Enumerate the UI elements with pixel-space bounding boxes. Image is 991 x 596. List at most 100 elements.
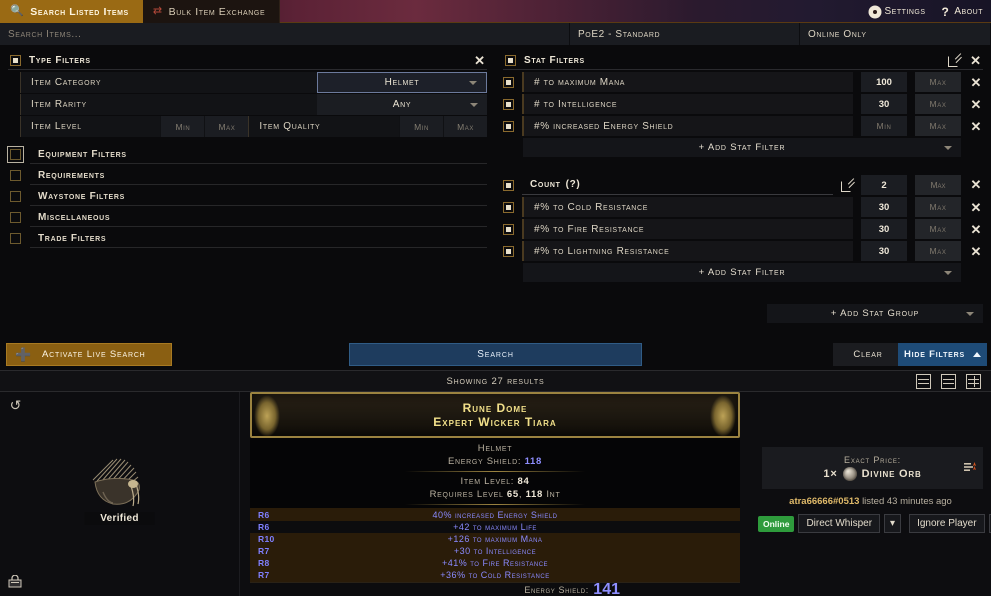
count-stat-max-input[interactable]: Max	[915, 197, 961, 217]
item-rarity-select[interactable]: Any	[317, 94, 487, 115]
type-filters-clear-icon[interactable]: ✕	[474, 54, 485, 67]
item-quality-label: Item Quality	[248, 116, 400, 137]
hide-filters-label: Hide Filters	[904, 349, 965, 360]
count-stat-max-input[interactable]: Max	[915, 241, 961, 261]
item-level-line: Item Level: 84	[250, 475, 740, 488]
stat-row-checkbox[interactable]	[503, 120, 514, 132]
stat-filters-title: Stat Filters	[524, 54, 585, 66]
item-base-type: Expert Wicker Tiara	[433, 415, 557, 429]
view-mode-icons	[916, 374, 981, 389]
ignore-player-button[interactable]: Ignore Player	[909, 514, 985, 533]
add-stat-filter-button-count[interactable]: + Add Stat Filter	[523, 263, 961, 282]
item-category-row: Item Category Helmet	[20, 72, 487, 93]
search-input[interactable]: Search Items...	[0, 23, 570, 45]
count-title: Count	[530, 179, 561, 190]
equipment-filters-checkbox[interactable]	[7, 146, 24, 163]
count-stat-max-input[interactable]: Max	[915, 219, 961, 239]
league-value: PoE2 - Standard	[578, 28, 661, 40]
status-select[interactable]: Online Only	[800, 23, 991, 45]
price-box: Exact Price: 1× Divine Orb	[762, 447, 983, 489]
group-requirements[interactable]: Requirements	[8, 165, 487, 186]
item-quality-min-input[interactable]: Min	[399, 116, 444, 137]
edit-icon[interactable]	[841, 179, 853, 192]
clear-button[interactable]: Clear	[833, 343, 903, 366]
count-stat-checkbox[interactable]	[503, 201, 514, 213]
stat-row-label: # to Intelligence	[522, 94, 853, 114]
exchange-icon: ⇄	[152, 5, 163, 17]
view-list-icon[interactable]	[941, 374, 956, 389]
stat-row-max-input[interactable]: Max	[915, 72, 961, 92]
stat-row-checkbox[interactable]	[503, 98, 514, 110]
count-stat-min-input[interactable]: 30	[861, 197, 907, 217]
price-value: 1× Divine Orb	[823, 467, 921, 481]
lock-icon[interactable]	[8, 575, 22, 588]
stat-filters-checkbox[interactable]	[505, 54, 516, 66]
settings-button[interactable]: Settings	[869, 6, 926, 17]
item-quality-max-input[interactable]: Max	[443, 116, 488, 137]
price-history-icon[interactable]	[963, 460, 977, 474]
count-stat-min-input[interactable]: 30	[861, 219, 907, 239]
count-stat-checkbox[interactable]	[503, 223, 514, 235]
item-level-max-input[interactable]: Max	[204, 116, 249, 137]
count-stat-min-input[interactable]: 30	[861, 241, 907, 261]
miscellaneous-checkbox[interactable]	[10, 212, 21, 223]
view-grid-icon[interactable]	[966, 374, 981, 389]
stat-row-max-input[interactable]: Max	[915, 94, 961, 114]
stat-row-label: #% increased Energy Shield	[522, 116, 853, 136]
price-currency: Divine Orb	[861, 468, 922, 480]
league-select[interactable]: PoE2 - Standard	[570, 23, 800, 45]
waystone-filters-checkbox[interactable]	[10, 191, 21, 202]
activate-live-search-button[interactable]: ➕ Activate Live Search	[6, 343, 172, 366]
item-category-select[interactable]: Helmet	[317, 72, 487, 93]
group-miscellaneous[interactable]: Miscellaneous	[8, 207, 487, 228]
stat-row-checkbox[interactable]	[503, 76, 514, 88]
item-level-quality-row: Item Level Min Max Item Quality Min Max	[20, 116, 488, 137]
group-equipment-filters[interactable]: Equipment Filters	[7, 144, 487, 165]
about-button[interactable]: ? About	[942, 6, 983, 18]
stat-row-min-input[interactable]: 100	[861, 72, 907, 92]
whisper-dropdown-button[interactable]: ▾	[884, 514, 902, 533]
view-compact-icon[interactable]	[916, 374, 931, 389]
stat-row-min-input[interactable]: 30	[861, 94, 907, 114]
count-stat-remove-icon[interactable]: ✕	[969, 245, 983, 258]
stat-row-remove-icon[interactable]: ✕	[969, 76, 983, 89]
count-max-input[interactable]: Max	[915, 175, 961, 195]
stat-row-max-input[interactable]: Max	[915, 116, 961, 136]
count-group-remove-icon[interactable]: ✕	[969, 177, 983, 193]
search-button[interactable]: Search	[349, 343, 642, 366]
type-filters-checkbox[interactable]	[10, 54, 21, 66]
tooltip-divider	[405, 504, 585, 505]
hide-filters-button[interactable]: Hide Filters	[898, 343, 987, 366]
add-stat-group-label: + Add Stat Group	[830, 308, 920, 319]
count-group-checkbox[interactable]	[503, 179, 514, 191]
mod-line: R6 40% increased Energy Shield	[250, 509, 740, 521]
stat-row-remove-icon[interactable]: ✕	[969, 98, 983, 111]
mod-tier: R6	[258, 522, 270, 532]
item-level-value: 84	[517, 476, 530, 487]
add-stat-filter-button[interactable]: + Add Stat Filter	[523, 138, 961, 157]
count-stat-remove-icon[interactable]: ✕	[969, 223, 983, 236]
mod-line: R6 +42 to maximum Life	[250, 521, 740, 533]
count-stat-remove-icon[interactable]: ✕	[969, 201, 983, 214]
count-stat-checkbox[interactable]	[503, 245, 514, 257]
stat-row-min-input[interactable]: Min	[861, 116, 907, 136]
direct-whisper-button[interactable]: Direct Whisper	[798, 514, 881, 533]
requirements-checkbox[interactable]	[10, 170, 21, 181]
stat-filters-clear-icon[interactable]: ✕	[970, 54, 981, 67]
add-stat-group-button[interactable]: + Add Stat Group	[767, 304, 983, 323]
item-level-min-input[interactable]: Min	[160, 116, 205, 137]
stat-filter-row: #% increased Energy Shield Min Max ✕	[503, 116, 983, 136]
listing-buttons: Online Direct Whisper ▾ Ignore Player Pi…	[758, 514, 991, 533]
footer-label: Energy Shield:	[524, 584, 589, 595]
group-waystone-filters[interactable]: Waystone Filters	[8, 186, 487, 207]
count-hint: (?)	[565, 179, 581, 190]
stat-row-remove-icon[interactable]: ✕	[969, 120, 983, 133]
tab-bulk-item-exchange[interactable]: ⇄ Bulk Item Exchange	[142, 0, 281, 23]
trade-filters-checkbox[interactable]	[10, 233, 21, 244]
edit-icon[interactable]	[948, 54, 960, 67]
item-category-value: Helmet	[384, 77, 420, 88]
count-min-input[interactable]: 2	[861, 175, 907, 195]
group-trade-filters[interactable]: Trade Filters	[8, 228, 487, 249]
tab-search-listed-items[interactable]: 🔍 Search Listed Items	[0, 0, 143, 23]
refresh-icon[interactable]: ↺	[8, 398, 23, 413]
